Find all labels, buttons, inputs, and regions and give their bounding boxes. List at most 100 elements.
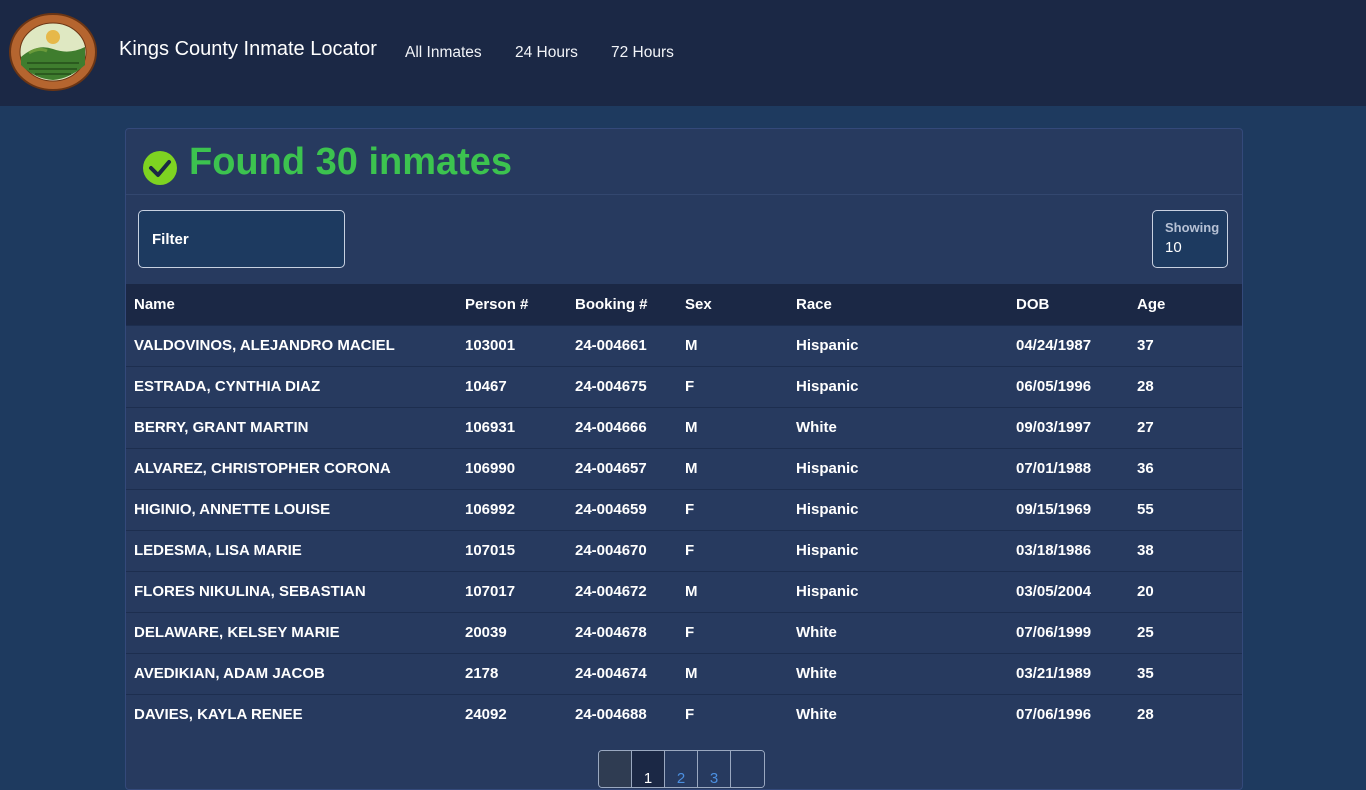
nav-72-hours[interactable]: 72 Hours <box>611 44 674 62</box>
results-count-title: Found 30 inmates <box>189 141 513 183</box>
cell-age: 36 <box>1137 460 1154 477</box>
cell-race: Hispanic <box>796 378 859 395</box>
inmates-table: Name Person # Booking # Sex Race DOB Age… <box>126 284 1242 735</box>
cell-age: 35 <box>1137 665 1154 682</box>
cell-sex: F <box>685 542 695 559</box>
cell-person-number: 24092 <box>465 706 507 724</box>
cell-dob: 04/24/1987 <box>1016 337 1092 354</box>
cell-name: HIGINIO, ANNETTE LOUISE <box>134 501 331 518</box>
cell-booking-number: 24-004678 <box>575 624 647 641</box>
table-row[interactable]: ALVAREZ, CHRISTOPHER CORONA 106990 24-00… <box>126 448 1242 489</box>
cell-booking-number: 24-004666 <box>575 419 647 436</box>
cell-dob: 07/06/1996 <box>1016 706 1092 724</box>
cell-dob: 09/03/1997 <box>1016 419 1092 436</box>
cell-sex: M <box>685 460 698 477</box>
table-header-row: Name Person # Booking # Sex Race DOB Age <box>126 284 1242 325</box>
cell-age: 20 <box>1137 583 1154 600</box>
check-circle-icon <box>143 151 177 185</box>
cell-person-number: 10467 <box>465 378 507 395</box>
cell-name: DAVIES, KAYLA RENEE <box>134 706 303 724</box>
pagination: 1 2 3 <box>598 750 765 788</box>
page-3-button[interactable]: 3 <box>698 751 731 787</box>
filter-label: Filter <box>152 231 189 248</box>
cell-sex: F <box>685 706 695 724</box>
cell-sex: M <box>685 337 698 354</box>
site-brand[interactable]: Kings County Inmate Locator <box>119 38 377 61</box>
cell-dob: 03/18/1986 <box>1016 542 1092 559</box>
cell-person-number: 106992 <box>465 501 516 518</box>
header-booking-number[interactable]: Booking # <box>567 284 677 325</box>
table-row[interactable]: DAVIES, KAYLA RENEE 24092 24-004688 F Wh… <box>126 694 1242 735</box>
table-row[interactable]: AVEDIKIAN, ADAM JACOB 2178 24-004674 M W… <box>126 653 1242 694</box>
cell-race: White <box>796 665 837 682</box>
showing-value: 10 <box>1165 239 1182 256</box>
cell-name: FLORES NIKULINA, SEBASTIAN <box>134 583 366 600</box>
cell-person-number: 106990 <box>465 460 516 477</box>
cell-person-number: 103001 <box>465 337 516 354</box>
cell-dob: 03/05/2004 <box>1016 583 1092 600</box>
cell-dob: 07/01/1988 <box>1016 460 1092 477</box>
cell-person-number: 107017 <box>465 583 516 600</box>
cell-age: 55 <box>1137 501 1154 518</box>
cell-dob: 06/05/1996 <box>1016 378 1092 395</box>
cell-race: Hispanic <box>796 460 859 477</box>
cell-person-number: 20039 <box>465 624 507 641</box>
table-row[interactable]: ESTRADA, CYNTHIA DIAZ 10467 24-004675 F … <box>126 366 1242 407</box>
cell-race: Hispanic <box>796 583 859 600</box>
cell-name: BERRY, GRANT MARTIN <box>134 419 309 436</box>
cell-booking-number: 24-004661 <box>575 337 647 354</box>
results-header: Found 30 inmates <box>126 129 1242 195</box>
filter-input[interactable]: Filter <box>138 210 345 268</box>
previous-page-button[interactable] <box>599 751 632 787</box>
next-page-button[interactable] <box>731 751 764 787</box>
cell-race: Hispanic <box>796 337 859 354</box>
results-card: Found 30 inmates Filter Showing 10 Name … <box>125 128 1243 790</box>
cell-name: ESTRADA, CYNTHIA DIAZ <box>134 378 321 395</box>
cell-booking-number: 24-004657 <box>575 460 647 477</box>
cell-name: ALVAREZ, CHRISTOPHER CORONA <box>134 460 391 477</box>
header-sex[interactable]: Sex <box>677 284 788 325</box>
cell-sex: M <box>685 583 698 600</box>
cell-booking-number: 24-004672 <box>575 583 647 600</box>
cell-age: 37 <box>1137 337 1154 354</box>
cell-name: LEDESMA, LISA MARIE <box>134 542 302 559</box>
nav-all-inmates[interactable]: All Inmates <box>405 44 482 62</box>
header-dob[interactable]: DOB <box>1008 284 1129 325</box>
cell-person-number: 106931 <box>465 419 516 436</box>
page-1-button[interactable]: 1 <box>632 751 665 787</box>
table-row[interactable]: BERRY, GRANT MARTIN 106931 24-004666 M W… <box>126 407 1242 448</box>
header-race[interactable]: Race <box>788 284 1008 325</box>
cell-booking-number: 24-004675 <box>575 378 647 395</box>
header-age[interactable]: Age <box>1129 284 1242 325</box>
cell-race: White <box>796 624 837 641</box>
showing-select[interactable]: Showing 10 <box>1152 210 1228 268</box>
page-2-button[interactable]: 2 <box>665 751 698 787</box>
cell-name: AVEDIKIAN, ADAM JACOB <box>134 665 325 682</box>
header-name[interactable]: Name <box>126 284 457 325</box>
cell-person-number: 107015 <box>465 542 516 559</box>
header-person-number[interactable]: Person # <box>457 284 567 325</box>
cell-age: 28 <box>1137 706 1154 724</box>
cell-booking-number: 24-004659 <box>575 501 647 518</box>
cell-age: 27 <box>1137 419 1154 436</box>
table-row[interactable]: LEDESMA, LISA MARIE 107015 24-004670 F H… <box>126 530 1242 571</box>
cell-age: 28 <box>1137 378 1154 395</box>
cell-race: White <box>796 706 837 724</box>
cell-booking-number: 24-004674 <box>575 665 647 682</box>
cell-sex: F <box>685 501 695 518</box>
cell-sex: M <box>685 665 698 682</box>
cell-booking-number: 24-004670 <box>575 542 647 559</box>
nav-24-hours[interactable]: 24 Hours <box>515 44 578 62</box>
cell-race: White <box>796 419 837 436</box>
county-seal-logo[interactable] <box>9 13 97 91</box>
table-row[interactable]: VALDOVINOS, ALEJANDRO MACIEL 103001 24-0… <box>126 325 1242 366</box>
cell-age: 38 <box>1137 542 1154 559</box>
cell-dob: 09/15/1969 <box>1016 501 1092 518</box>
table-row[interactable]: FLORES NIKULINA, SEBASTIAN 107017 24-004… <box>126 571 1242 612</box>
navbar: Kings County Inmate Locator All Inmates … <box>0 0 1366 106</box>
cell-race: Hispanic <box>796 542 859 559</box>
table-row[interactable]: DELAWARE, KELSEY MARIE 20039 24-004678 F… <box>126 612 1242 653</box>
cell-name: DELAWARE, KELSEY MARIE <box>134 624 340 641</box>
cell-person-number: 2178 <box>465 665 499 682</box>
table-row[interactable]: HIGINIO, ANNETTE LOUISE 106992 24-004659… <box>126 489 1242 530</box>
